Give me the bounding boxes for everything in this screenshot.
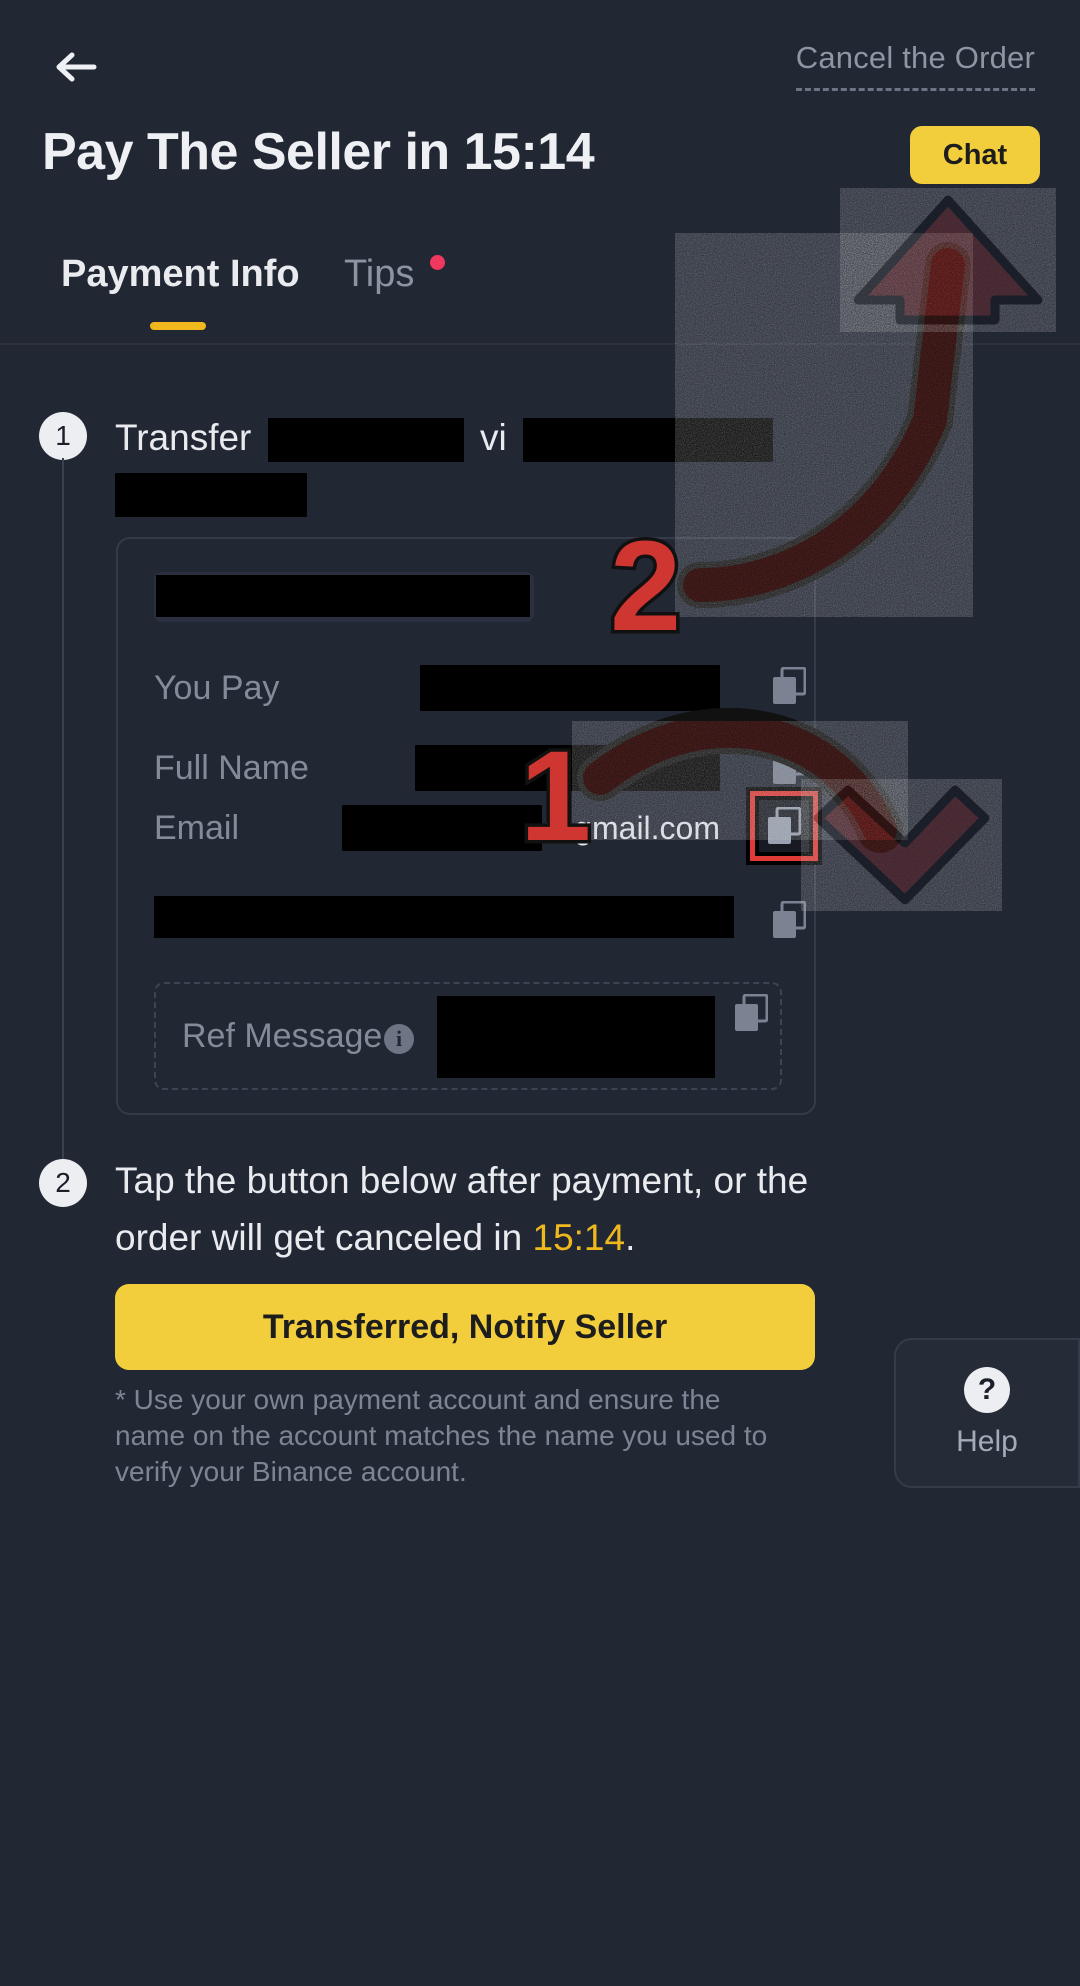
label-email: Email bbox=[154, 809, 240, 847]
chat-button[interactable]: Chat bbox=[910, 126, 1040, 184]
step-connector-line bbox=[62, 458, 64, 1164]
step-1-badge: 1 bbox=[39, 412, 87, 460]
label-full-name: Full Name bbox=[154, 749, 309, 787]
redacted-payment-method bbox=[267, 418, 464, 463]
help-widget[interactable]: ? Help bbox=[894, 1338, 1080, 1488]
step-1-instruction: Transfer vi bbox=[115, 405, 915, 471]
redacted-step-1-overflow bbox=[115, 473, 307, 517]
email-domain: @gmail.com bbox=[541, 810, 720, 846]
top-bar: Cancel the Order Pay The Seller in 15:14… bbox=[0, 0, 1080, 425]
field-row-account-number bbox=[154, 896, 782, 946]
page-title: Pay The Seller in 15:14 bbox=[42, 123, 595, 181]
field-row-you-pay: You Pay bbox=[154, 662, 782, 714]
order-payment-screen: Cancel the Order Pay The Seller in 15:14… bbox=[0, 0, 1080, 1986]
back-arrow-icon[interactable] bbox=[46, 36, 108, 98]
redacted-payment-channel bbox=[522, 418, 773, 463]
copy-icon-email[interactable] bbox=[746, 787, 822, 865]
copy-icon-you-pay[interactable] bbox=[772, 667, 806, 705]
ref-message-box: Ref Message i bbox=[154, 982, 782, 1090]
info-icon[interactable]: i bbox=[384, 1024, 414, 1054]
label-you-pay: You Pay bbox=[154, 669, 280, 707]
field-row-email: Email @gmail.com bbox=[154, 802, 782, 854]
step-2-timer: 15:14 bbox=[532, 1217, 626, 1258]
tab-bar: Payment Info Tips bbox=[0, 246, 1080, 342]
redacted-ref-message bbox=[437, 996, 715, 1078]
step-2-body: Tap the button below after payment, or t… bbox=[115, 1152, 815, 1266]
field-row-full-name: Full Name bbox=[154, 742, 782, 794]
redacted-method-name bbox=[156, 575, 530, 617]
value-email: @gmail.com bbox=[341, 802, 720, 854]
step-2-badge: 2 bbox=[39, 1159, 87, 1207]
copy-icon-account-number[interactable] bbox=[772, 901, 806, 939]
redacted-you-pay-amount bbox=[420, 665, 720, 711]
tab-payment-info[interactable]: Payment Info bbox=[61, 246, 300, 302]
footer-disclaimer: * Use your own payment account and ensur… bbox=[115, 1384, 768, 1487]
transferred-notify-seller-button[interactable]: Transferred, Notify Seller bbox=[115, 1284, 815, 1370]
step-2-instruction: Tap the button below after payment, or t… bbox=[115, 1152, 815, 1266]
redacted-full-name bbox=[415, 745, 720, 791]
redacted-account-number bbox=[154, 896, 734, 938]
help-label: Help bbox=[956, 1425, 1018, 1458]
step-1-prefix: Transfer bbox=[115, 417, 252, 458]
tab-tips[interactable]: Tips bbox=[344, 246, 414, 302]
step-2-text-before: Tap the button below after payment, or t… bbox=[115, 1160, 809, 1258]
payment-details-card: You Pay Full Name Email @gmail.com Ref M… bbox=[116, 537, 822, 1115]
copy-icon-full-name[interactable] bbox=[772, 747, 806, 785]
cancel-the-order-link[interactable]: Cancel the Order bbox=[795, 36, 1035, 91]
step-1-body: Transfer vi bbox=[115, 405, 915, 517]
step-1-middle: vi bbox=[479, 417, 507, 458]
value-full-name bbox=[415, 742, 720, 794]
question-mark-icon: ? bbox=[964, 1367, 1010, 1413]
tab-divider bbox=[0, 343, 1080, 345]
active-tab-underline bbox=[150, 322, 206, 330]
copy-icon-ref-message[interactable] bbox=[734, 994, 768, 1032]
label-ref-message: Ref Message bbox=[182, 1017, 383, 1055]
redacted-email-local-part bbox=[341, 805, 542, 851]
value-you-pay bbox=[420, 662, 720, 714]
tips-badge-dot bbox=[430, 255, 445, 270]
step-2-text-after: . bbox=[625, 1217, 636, 1258]
